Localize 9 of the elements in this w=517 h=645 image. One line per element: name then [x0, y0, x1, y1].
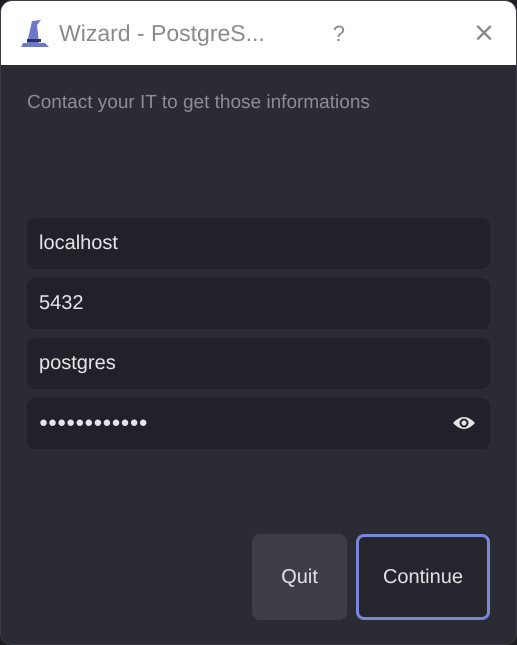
hint-text: Contact your IT to get those informations	[27, 91, 371, 115]
password-field[interactable]: ●●●●●●●●●●●●	[27, 398, 490, 448]
continue-button[interactable]: Continue	[356, 534, 490, 620]
input-field[interactable]: 5432	[27, 278, 490, 328]
input-field[interactable]: postgres	[27, 338, 490, 388]
quit-button[interactable]: Quit	[252, 534, 347, 620]
eye-icon[interactable]	[452, 415, 476, 431]
window-title: Wizard - PostgreS...	[59, 18, 265, 48]
input-field[interactable]: localhost	[27, 218, 490, 268]
